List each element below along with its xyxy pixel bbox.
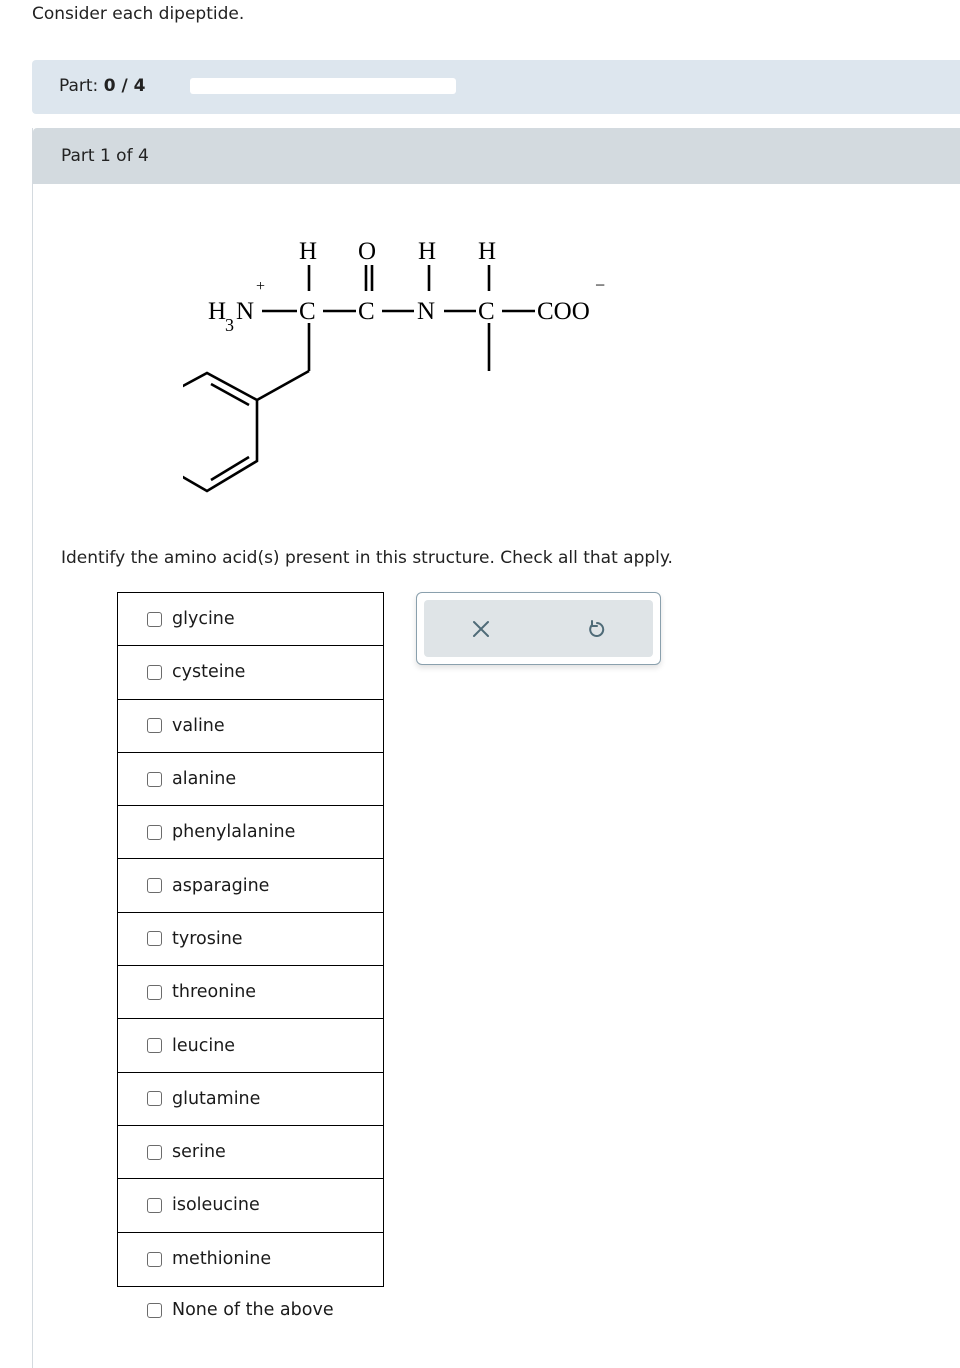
choice-option[interactable]: cysteine	[118, 646, 383, 700]
checkbox[interactable]	[147, 718, 162, 734]
progress-value: 0 / 4	[103, 76, 146, 96]
n-terminus-subscript: 3	[225, 315, 234, 335]
choice-label: threonine	[172, 982, 257, 1003]
checkbox[interactable]	[147, 1091, 162, 1107]
atom-h-3: H	[478, 238, 496, 265]
choice-option[interactable]: phenylalanine	[118, 806, 383, 860]
checkbox[interactable]	[147, 611, 162, 627]
checkbox[interactable]	[147, 931, 162, 947]
choice-label: serine	[172, 1142, 226, 1163]
choice-label: leucine	[172, 1035, 236, 1056]
checkbox[interactable]	[147, 1302, 162, 1318]
choice-label: cysteine	[172, 662, 246, 683]
atom-o: O	[358, 238, 376, 265]
undo-button[interactable]	[539, 600, 654, 657]
progress-label-prefix: Part:	[59, 76, 99, 96]
checkbox[interactable]	[147, 771, 162, 787]
carboxylate: COO	[537, 298, 590, 325]
question-panel: Part 1 of 4 H O H H + − H 3 N C C N C CO…	[32, 128, 960, 1368]
choice-label: asparagine	[172, 875, 270, 896]
choice-label: phenylalanine	[172, 822, 296, 843]
part-header: Part 1 of 4	[33, 128, 960, 184]
x-icon	[473, 620, 490, 637]
dipeptide-structure: H O H H + − H 3 N C C N C COO	[183, 238, 605, 493]
choice-option[interactable]: valine	[118, 700, 383, 753]
choice-option[interactable]: threonine	[118, 966, 383, 1020]
checkbox[interactable]	[147, 824, 162, 840]
checkbox[interactable]	[147, 984, 162, 1000]
atom-c-alpha-1: C	[299, 298, 316, 325]
clear-button[interactable]	[424, 600, 539, 657]
choice-label: tyrosine	[172, 928, 243, 949]
checkbox[interactable]	[147, 1038, 162, 1054]
choice-option[interactable]: glutamine	[118, 1073, 383, 1126]
minus-charge: −	[595, 275, 605, 295]
question-text: Identify the amino acid(s) present in th…	[61, 548, 673, 568]
choice-label: None of the above	[172, 1300, 334, 1320]
choice-label: glutamine	[172, 1088, 261, 1109]
checkbox[interactable]	[147, 878, 162, 894]
choice-option[interactable]: tyrosine	[118, 913, 383, 967]
choice-option[interactable]: alanine	[118, 753, 383, 807]
choice-option[interactable]: asparagine	[118, 859, 383, 913]
n-terminus-h: H	[208, 298, 226, 325]
atom-h-2: H	[418, 238, 436, 265]
plus-charge: +	[256, 278, 265, 295]
undo-icon	[588, 619, 604, 637]
choice-option[interactable]: leucine	[118, 1019, 383, 1073]
progress-bar-section: Part: 0 / 4	[32, 60, 960, 114]
checkbox[interactable]	[147, 1144, 162, 1160]
progress-label: Part: 0 / 4	[59, 76, 145, 96]
progress-track	[190, 78, 456, 94]
answer-actions	[416, 592, 661, 665]
choice-option[interactable]: glycine	[118, 593, 383, 647]
none-of-the-above-option[interactable]: None of the above	[147, 1300, 334, 1320]
choice-label: alanine	[172, 769, 237, 790]
choice-label: methionine	[172, 1249, 272, 1270]
choice-option[interactable]: serine	[118, 1126, 383, 1180]
choice-label: valine	[172, 715, 225, 736]
choice-label: glycine	[172, 609, 235, 630]
choice-option[interactable]: isoleucine	[118, 1179, 383, 1233]
atom-h-1: H	[299, 238, 317, 265]
checkbox[interactable]	[147, 1251, 162, 1267]
choice-option[interactable]: methionine	[118, 1233, 383, 1286]
atom-n-2: N	[417, 298, 435, 325]
atom-c-alpha-2: C	[478, 298, 495, 325]
atom-n-1: N	[236, 298, 254, 325]
intro-text: Consider each dipeptide.	[32, 4, 245, 24]
checkbox[interactable]	[147, 664, 162, 680]
checkbox[interactable]	[147, 1197, 162, 1213]
atom-c-carbonyl: C	[358, 298, 375, 325]
choices-table: glycine cysteine valine alanine phenylalanin…	[117, 592, 384, 1287]
choice-label: isoleucine	[172, 1195, 260, 1216]
